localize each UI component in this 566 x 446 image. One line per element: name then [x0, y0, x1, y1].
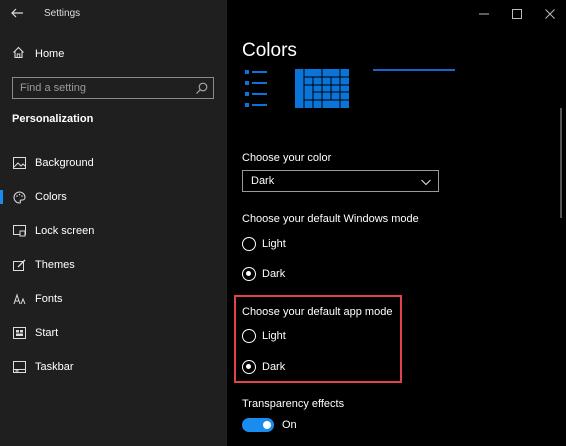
radio-circle	[242, 360, 256, 374]
lock-screen-icon	[12, 224, 26, 238]
transparency-label: Transparency effects	[242, 398, 345, 410]
picture-icon	[12, 156, 26, 170]
settings-sidebar: Settings Home Personalization Background…	[0, 0, 227, 446]
app-mode-light-radio[interactable]: Light	[242, 328, 286, 344]
app-mode-dark-radio[interactable]: Dark	[242, 359, 285, 375]
sidebar-item-label: Background	[35, 157, 94, 169]
radio-label: Dark	[262, 268, 286, 280]
sidebar-item-label: Themes	[35, 259, 75, 271]
home-icon	[12, 46, 26, 62]
radio-label: Dark	[262, 361, 286, 373]
scrollbar[interactable]	[560, 108, 562, 218]
brush-icon	[12, 258, 26, 272]
minimize-icon[interactable]	[467, 0, 500, 28]
radio-label: Light	[262, 238, 286, 250]
color-preview-tiles	[295, 69, 349, 108]
windows-mode-dark-radio[interactable]: Dark	[242, 266, 285, 282]
taskbar-icon	[12, 360, 26, 374]
radio-circle	[242, 329, 256, 343]
sidebar-item-themes[interactable]: Themes	[0, 248, 227, 282]
windows-mode-light-radio[interactable]: Light	[242, 236, 286, 252]
transparency-toggle[interactable]	[242, 418, 274, 432]
close-icon[interactable]	[533, 0, 566, 28]
sidebar-item-fonts[interactable]: Fonts	[0, 282, 227, 316]
sidebar-item-lock-screen[interactable]: Lock screen	[0, 214, 227, 248]
search-box[interactable]	[12, 77, 214, 99]
search-input[interactable]	[13, 78, 193, 98]
sidebar-item-label: Lock screen	[35, 225, 95, 237]
color-preview-accent-line	[373, 69, 455, 71]
colors-page: Colors Choose your color Dark Choose you…	[227, 0, 566, 446]
palette-icon	[12, 190, 26, 204]
sidebar-item-label: Colors	[35, 191, 67, 203]
windows-mode-label: Choose your default Windows mode	[242, 213, 419, 225]
sidebar-item-label: Start	[35, 327, 59, 339]
back-arrow-icon[interactable]	[10, 6, 26, 22]
home-label: Home	[35, 48, 65, 60]
choose-color-dropdown[interactable]: Dark	[242, 170, 439, 192]
toggle-state-label: On	[282, 419, 297, 431]
chevron-down-icon	[420, 175, 432, 187]
font-icon	[12, 292, 26, 306]
radio-label: Light	[262, 330, 286, 342]
app-mode-label: Choose your default app mode	[242, 306, 393, 318]
choose-color-label: Choose your color	[242, 152, 332, 164]
choose-color-value: Dark	[251, 175, 275, 187]
search-icon[interactable]	[195, 81, 209, 95]
home-link[interactable]: Home	[12, 45, 64, 63]
sidebar-item-taskbar[interactable]: Taskbar	[0, 350, 227, 384]
sidebar-item-label: Taskbar	[35, 361, 74, 373]
color-preview-list	[245, 70, 267, 108]
radio-circle	[242, 237, 256, 251]
window-title: Settings	[44, 8, 81, 19]
sidebar-item-label: Fonts	[35, 293, 63, 305]
page-title: Colors	[242, 40, 297, 61]
sidebar-item-start[interactable]: Start	[0, 316, 227, 350]
maximize-icon[interactable]	[500, 0, 533, 28]
sidebar-nav: Background Colors Lock screen Themes Fon…	[0, 146, 227, 384]
sidebar-item-background[interactable]: Background	[0, 146, 227, 180]
window-controls	[467, 0, 566, 28]
section-title: Personalization	[12, 113, 94, 125]
transparency-toggle-row[interactable]: On	[242, 418, 297, 432]
start-icon	[12, 326, 26, 340]
radio-circle	[242, 267, 256, 281]
sidebar-item-colors[interactable]: Colors	[0, 180, 227, 214]
